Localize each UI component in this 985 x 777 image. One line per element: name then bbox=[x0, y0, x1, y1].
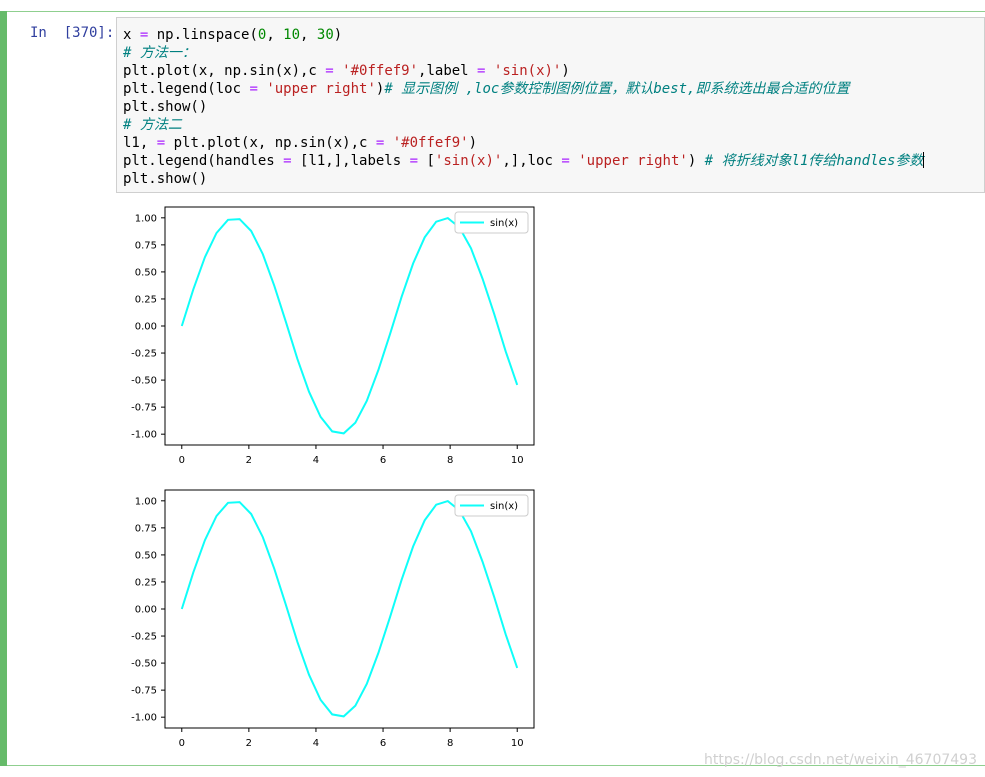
code-token: 'sin(x)' bbox=[434, 153, 503, 169]
input-prompt: In [370]: bbox=[30, 25, 115, 41]
code-token: plt.plot(x, np.sin(x),c bbox=[165, 135, 376, 151]
code-token: = bbox=[409, 153, 419, 169]
y-tick-label: -0.50 bbox=[131, 376, 157, 387]
code-token: x bbox=[123, 27, 140, 43]
code-token: = bbox=[156, 135, 166, 151]
output-plot-1: 0 2 4 6 8 10 1.00 0.75 0.50 0.25 0.00 -0.25 -0.50 -0.… bbox=[131, 206, 535, 466]
code-token: plt.show() bbox=[123, 99, 208, 115]
code-line[interactable]: plt.legend(handles = [l1,],labels = ['si… bbox=[123, 152, 925, 170]
code-token: 'upper right' bbox=[578, 153, 688, 169]
code-token: 30 bbox=[316, 27, 334, 43]
code-token: = bbox=[249, 81, 258, 97]
code-token: , bbox=[300, 27, 317, 43]
code-token: 10 bbox=[283, 27, 301, 43]
x-tick-label: 2 bbox=[246, 738, 252, 749]
x-tick-label: 10 bbox=[511, 738, 524, 749]
y-tick-label: 0.25 bbox=[135, 294, 157, 305]
code-token: # 方法一： bbox=[123, 45, 196, 61]
y-tick-label: 1.00 bbox=[135, 213, 157, 224]
y-tick-label: 0.50 bbox=[135, 267, 157, 278]
y-tick-label: 0.75 bbox=[135, 240, 157, 251]
code-token: # 方法二 bbox=[123, 117, 182, 133]
x-tick-label: 4 bbox=[313, 455, 319, 466]
code-token: # 显示图例 ,loc参数控制图例位置，默认best,即系统选出最合适的位置 bbox=[384, 81, 850, 97]
x-tick-label: 2 bbox=[246, 455, 252, 466]
text-cursor bbox=[923, 152, 925, 168]
y-tick-label: 0.00 bbox=[135, 605, 157, 616]
x-tick-label: 8 bbox=[447, 455, 453, 466]
x-tick-label: 6 bbox=[380, 455, 386, 466]
x-tick-label: 0 bbox=[179, 455, 185, 466]
code-token: ) bbox=[333, 27, 343, 43]
code-token: ,label bbox=[418, 63, 478, 79]
watermark: https://blog.csdn.net/weixin_46707493 bbox=[703, 752, 977, 768]
y-tick-label: 0.75 bbox=[135, 523, 157, 534]
y-tick-label: -0.75 bbox=[131, 686, 157, 697]
code-token: 'sin(x)' bbox=[493, 63, 562, 79]
code-token: plt.legend(loc bbox=[123, 81, 250, 97]
code-token: 'upper right' bbox=[266, 81, 376, 97]
code-line[interactable]: plt.legend(loc = 'upper right')# 显示图例 ,l… bbox=[123, 80, 924, 98]
y-tick-label: -0.25 bbox=[131, 632, 157, 643]
code-line[interactable]: plt.plot(x, np.sin(x),c = '#0ffef9',labe… bbox=[123, 62, 924, 80]
code-token: = bbox=[283, 153, 292, 169]
code-token: ) bbox=[561, 63, 570, 79]
code-token: plt.show() bbox=[123, 171, 208, 187]
code-token: plt.legend(handles bbox=[123, 153, 284, 169]
code-token: , bbox=[266, 27, 284, 43]
code-token: ,],loc bbox=[502, 153, 562, 169]
code-token: '#0ffef9' bbox=[342, 63, 419, 79]
code-line[interactable]: l1, = plt.plot(x, np.sin(x),c = '#0ffef9… bbox=[123, 134, 924, 152]
y-tick-label: -1.00 bbox=[131, 713, 157, 724]
code-token: = bbox=[561, 153, 570, 169]
x-tick-label: 10 bbox=[511, 455, 524, 466]
code-line[interactable]: # 方法二 bbox=[123, 116, 924, 134]
code-line[interactable]: # 方法一： bbox=[123, 44, 924, 62]
code-editor[interactable]: x = np.linspace(0, 10, 30) # 方法一： plt.plot… bbox=[116, 17, 985, 193]
y-tick-label: -1.00 bbox=[131, 430, 157, 441]
cell-selection-bar bbox=[0, 11, 7, 766]
y-tick-label: -0.75 bbox=[131, 403, 157, 414]
legend-label: sin(x) bbox=[490, 501, 518, 512]
x-tick-label: 8 bbox=[447, 738, 453, 749]
legend-label: sin(x) bbox=[490, 218, 518, 229]
y-tick-label: 1.00 bbox=[135, 496, 157, 507]
code-token: l1, bbox=[123, 135, 157, 151]
y-tick-label: -0.50 bbox=[131, 659, 157, 670]
code-token: ) bbox=[687, 153, 705, 169]
code-line[interactable]: plt.show() bbox=[123, 98, 924, 116]
code-token: # 将折线对象l1传给handles参数 bbox=[704, 153, 924, 169]
code-token: [ bbox=[418, 153, 435, 169]
y-tick-label: 0.25 bbox=[135, 577, 157, 588]
plot-frame bbox=[164, 206, 535, 446]
x-tick-label: 6 bbox=[380, 738, 386, 749]
y-tick-label: 0.50 bbox=[135, 550, 157, 561]
code-line[interactable]: x = np.linspace(0, 10, 30) bbox=[123, 26, 924, 44]
code-token: [l1,],labels bbox=[291, 153, 410, 169]
code-text[interactable]: x = np.linspace(0, 10, 30) # 方法一： plt.plot… bbox=[123, 26, 925, 188]
code-token: = bbox=[325, 63, 334, 79]
code-line[interactable]: plt.show() bbox=[123, 170, 924, 188]
y-tick-label: 0.00 bbox=[135, 322, 157, 333]
y-tick-label: -0.25 bbox=[131, 349, 157, 360]
x-tick-label: 0 bbox=[179, 738, 185, 749]
plot-frame bbox=[164, 489, 535, 729]
code-token: '#0ffef9' bbox=[392, 135, 469, 151]
output-plot-2: 0 2 4 6 8 10 1.00 0.75 0.50 0.25 0.00 -0.25 -0.50 -0.… bbox=[131, 489, 535, 749]
x-tick-label: 4 bbox=[313, 738, 319, 749]
code-token: ) bbox=[468, 135, 478, 151]
code-token: np.linspace( bbox=[148, 27, 258, 43]
code-token: plt.plot(x, np.sin(x),c bbox=[123, 63, 326, 79]
